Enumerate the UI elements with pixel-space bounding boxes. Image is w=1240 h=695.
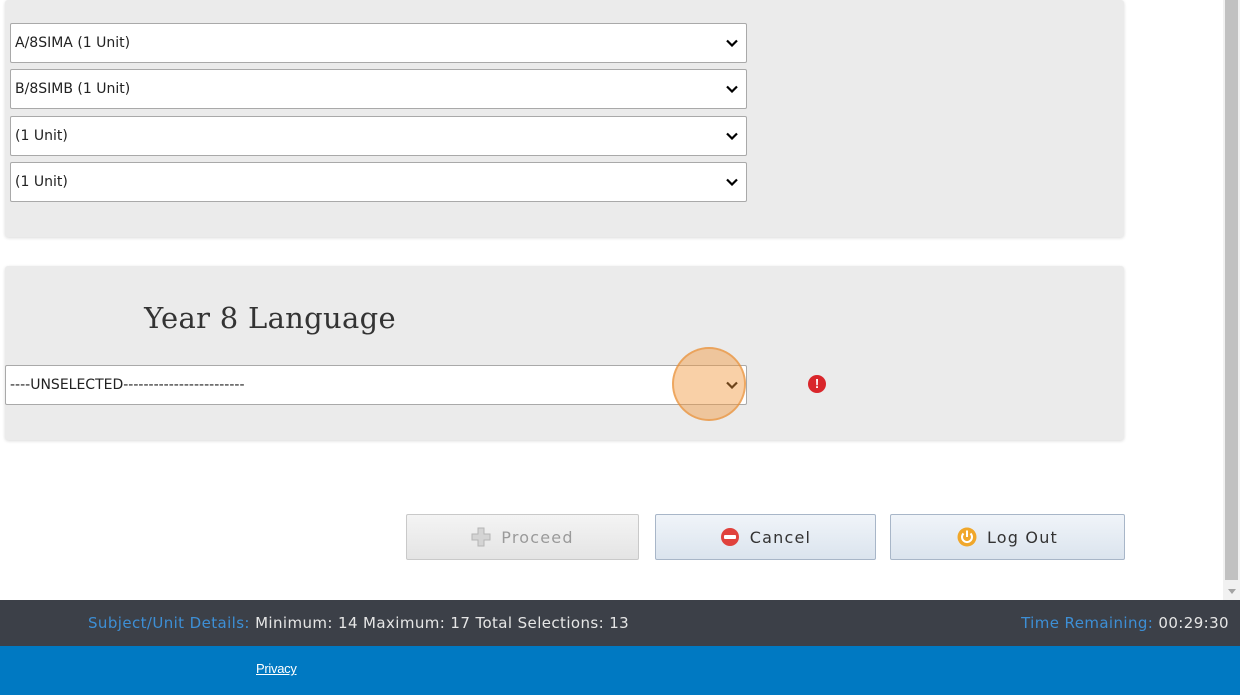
scrollbar-thumb[interactable] (1225, 0, 1238, 580)
unit-select-4-value: (1 Unit) (15, 174, 68, 190)
unit-details-value: Minimum: 14 Maximum: 17 Total Selections… (255, 614, 630, 632)
time-remaining-value: 00:29:30 (1158, 614, 1229, 632)
chevron-down-icon (722, 70, 742, 108)
chevron-down-icon (722, 117, 742, 155)
cancel-button[interactable]: Cancel (655, 514, 876, 560)
cancel-label: Cancel (749, 527, 812, 547)
unit-select-4[interactable]: (1 Unit) (10, 162, 747, 202)
plus-icon (471, 527, 491, 547)
unit-select-3[interactable]: (1 Unit) (10, 116, 747, 156)
chevron-down-icon (722, 366, 742, 404)
no-entry-icon (720, 527, 740, 547)
time-remaining: Time Remaining: 00:29:30 (1021, 600, 1229, 646)
footer: Privacy (0, 646, 1240, 695)
scroll-down-arrow-icon[interactable] (1223, 583, 1240, 600)
proceed-label: Proceed (501, 527, 574, 547)
time-remaining-label: Time Remaining: (1021, 614, 1154, 632)
unit-select-2[interactable]: B/8SIMB (1 Unit) (10, 69, 747, 109)
privacy-link[interactable]: Privacy (256, 661, 297, 676)
logout-button[interactable]: Log Out (890, 514, 1125, 560)
units-panel: A/8SIMA (1 Unit) B/8SIMB (1 Unit) (1 Uni… (5, 0, 1124, 237)
unit-select-2-value: B/8SIMB (1 Unit) (15, 81, 131, 97)
unit-details: Subject/Unit Details: Minimum: 14 Maximu… (88, 600, 629, 646)
language-select[interactable]: ----UNSELECTED------------------------ (5, 365, 747, 405)
error-icon: ! (808, 375, 826, 393)
language-select-value: ----UNSELECTED------------------------ (10, 377, 245, 393)
language-panel (5, 266, 1124, 440)
proceed-button[interactable]: Proceed (406, 514, 639, 560)
unit-select-1[interactable]: A/8SIMA (1 Unit) (10, 23, 747, 63)
chevron-down-icon (722, 163, 742, 201)
unit-select-3-value: (1 Unit) (15, 128, 68, 144)
section-title: Year 8 Language (144, 301, 396, 335)
unit-select-1-value: A/8SIMA (1 Unit) (15, 35, 131, 51)
status-bar: Subject/Unit Details: Minimum: 14 Maximu… (0, 600, 1240, 646)
power-icon (957, 527, 977, 547)
vertical-scrollbar[interactable] (1223, 0, 1240, 600)
logout-label: Log Out (986, 527, 1059, 547)
unit-details-label: Subject/Unit Details: (88, 614, 250, 632)
chevron-down-icon (722, 24, 742, 62)
